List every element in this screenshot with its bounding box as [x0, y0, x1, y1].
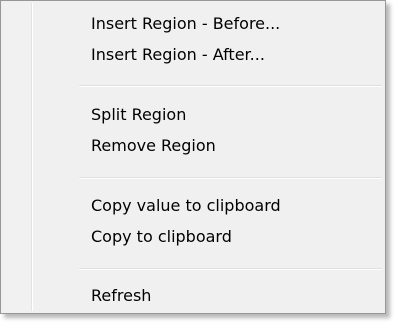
menu-item-refresh[interactable]: Refresh — [4, 282, 382, 310]
menu-item-copy-value-to-clipboard[interactable]: Copy value to clipboard — [4, 192, 382, 220]
menu-item-split-region[interactable]: Split Region — [4, 101, 382, 129]
menu-item-insert-region-before[interactable]: Insert Region - Before... — [4, 10, 382, 38]
context-menu: Insert Region - Before... Insert Region … — [0, 0, 386, 314]
menu-separator — [79, 85, 382, 87]
menu-separator — [79, 268, 382, 270]
menu-separator — [79, 177, 382, 179]
menu-item-remove-region[interactable]: Remove Region — [4, 132, 382, 160]
menu-item-insert-region-after[interactable]: Insert Region - After... — [4, 41, 382, 69]
menu-item-copy-to-clipboard[interactable]: Copy to clipboard — [4, 223, 382, 251]
